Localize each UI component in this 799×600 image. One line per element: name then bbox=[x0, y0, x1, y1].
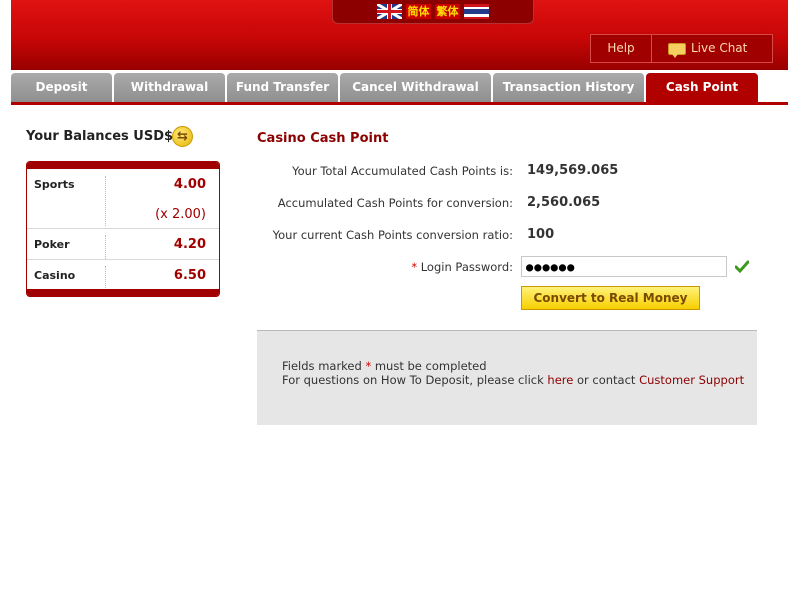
column-divider bbox=[105, 235, 106, 259]
help-note: For questions on How To Deposit, please … bbox=[282, 373, 744, 387]
total-points-value: 149,569.065 bbox=[527, 163, 619, 178]
column-divider bbox=[105, 266, 106, 290]
balance-value: 4.20 bbox=[173, 237, 206, 252]
conversion-ratio-label: Your current Cash Points conversion rati… bbox=[272, 228, 513, 242]
page-title: Casino Cash Point bbox=[257, 131, 389, 146]
convert-to-real-money-button[interactable]: Convert to Real Money bbox=[521, 286, 700, 310]
balance-value: 6.50 bbox=[173, 268, 206, 283]
conversion-points-value: 2,560.065 bbox=[527, 195, 601, 210]
language-bar: 简体 繁体 bbox=[332, 0, 534, 24]
row-separator bbox=[27, 228, 219, 229]
balance-label: Sports bbox=[34, 178, 75, 191]
flag-english-icon[interactable] bbox=[377, 4, 402, 19]
tab-transaction-history[interactable]: Transaction History bbox=[493, 73, 644, 102]
tab-cash-point[interactable]: Cash Point bbox=[646, 73, 758, 102]
note-text: must be completed bbox=[374, 359, 487, 373]
checkmark-icon bbox=[735, 260, 749, 274]
chat-bubble-icon bbox=[668, 42, 686, 58]
account-tabs: Deposit Withdrawal Fund Transfer Cancel … bbox=[11, 73, 758, 102]
password-input[interactable] bbox=[521, 256, 727, 277]
header-bar: 简体 繁体 Help Live Chat bbox=[11, 0, 788, 70]
refresh-icon[interactable]: ⇆ bbox=[172, 126, 193, 147]
tab-cancel-withdrawal[interactable]: Cancel Withdrawal bbox=[340, 73, 491, 102]
conversion-points-label: Accumulated Cash Points for conversion: bbox=[277, 196, 513, 210]
flag-traditional-chinese-icon[interactable]: 繁体 bbox=[435, 4, 460, 19]
tab-fund-transfer[interactable]: Fund Transfer bbox=[227, 73, 338, 102]
password-label-text: Login Password: bbox=[420, 260, 513, 274]
note-text: or contact bbox=[576, 373, 636, 387]
balance-label: Casino bbox=[34, 269, 76, 282]
flag-simplified-chinese-icon[interactable]: 简体 bbox=[406, 4, 431, 19]
row-separator bbox=[27, 259, 219, 260]
tab-underline bbox=[11, 102, 788, 105]
here-link[interactable]: here bbox=[547, 373, 573, 387]
required-mark: * bbox=[411, 260, 418, 274]
note-text: Fields marked bbox=[282, 359, 362, 373]
balances-title: Your Balances USD$ bbox=[26, 129, 174, 144]
balance-multiplier: (x 2.00) bbox=[155, 207, 206, 222]
flag-thai-icon[interactable] bbox=[464, 4, 489, 19]
help-button[interactable]: Help bbox=[591, 35, 652, 62]
tab-deposit[interactable]: Deposit bbox=[11, 73, 112, 102]
live-chat-label: Live Chat bbox=[691, 41, 748, 55]
help-chat-group: Help Live Chat bbox=[590, 34, 773, 63]
note-text: For questions on How To Deposit, please … bbox=[282, 373, 544, 387]
password-label: * Login Password: bbox=[411, 260, 513, 274]
balances-panel: Sports 4.00 (x 2.00) Poker 4.20 Casino 6… bbox=[26, 161, 220, 297]
conversion-ratio-value: 100 bbox=[527, 227, 555, 242]
total-points-label: Your Total Accumulated Cash Points is: bbox=[292, 164, 513, 178]
live-chat-button[interactable]: Live Chat bbox=[652, 35, 772, 62]
notes-panel: Fields marked * must be completed For qu… bbox=[257, 330, 757, 425]
required-mark: * bbox=[365, 359, 372, 373]
customer-support-link[interactable]: Customer Support bbox=[639, 373, 744, 387]
column-divider bbox=[105, 176, 106, 226]
balance-value: 4.00 bbox=[173, 177, 206, 192]
tab-withdrawal[interactable]: Withdrawal bbox=[114, 73, 225, 102]
balance-label: Poker bbox=[34, 238, 70, 251]
required-fields-note: Fields marked * must be completed bbox=[282, 359, 487, 373]
